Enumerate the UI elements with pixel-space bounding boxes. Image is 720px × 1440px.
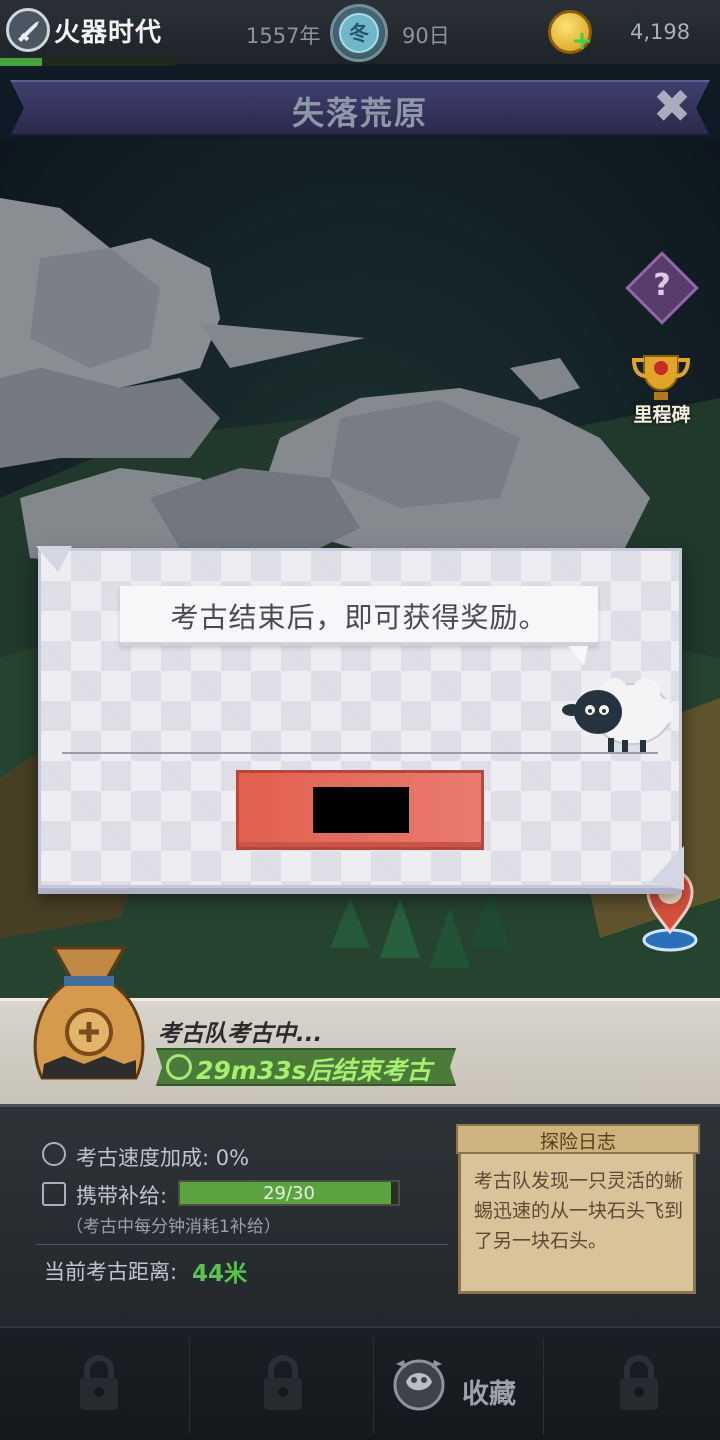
expedition-timer: 29m33s后结束考古 [196,1056,432,1085]
nav-collection[interactable] [374,1338,544,1434]
fossil-collection-icon [393,1359,445,1411]
era-progress-fill [0,58,42,66]
sheep-mascot-icon [562,678,674,752]
nav-slot-locked-1[interactable] [6,1338,190,1434]
year-text: 1557年 [246,24,321,48]
clock-icon [166,1054,192,1080]
loot-bag-icon[interactable] [24,940,154,1088]
lock-icon [620,1355,658,1410]
supply-consumption-note: （考古中每分钟消耗1补给） [66,1217,281,1237]
speed-bonus-text: 考古速度加成: 0% [76,1146,250,1170]
log-title: 探险日志 [539,1131,616,1153]
supply-label: 携带补给: [76,1184,168,1208]
add-coin-icon[interactable]: + [570,28,594,54]
close-icon[interactable]: ✖ [652,83,692,129]
question-mark-icon: ? [653,268,671,303]
nav-slot-locked-3[interactable] [546,1338,720,1434]
milestone-label[interactable]: 里程碑 [626,400,698,427]
speech-bubble-tail [568,646,588,666]
page-title: 失落荒原 [291,94,428,132]
dialog-divider [62,752,658,754]
expedition-status: 考古队考古中... [158,1021,323,1047]
lock-icon [264,1355,302,1410]
confirm-button[interactable] [236,770,484,850]
dialog-corner-fold [650,846,684,890]
trophy-icon[interactable] [632,352,690,404]
log-body: 考古队发现一只灵活的蜥蜴迅速的从一块石头飞到了另一块石头。 [474,1170,684,1252]
speed-clock-icon [42,1142,66,1166]
lock-icon [80,1355,118,1410]
dialog-message: 考古结束后，即可获得奖励。 [170,601,548,634]
season-text: 冬 [339,13,379,53]
day-text: 90日 [402,24,450,48]
redacted-button-label [313,787,409,833]
supply-progress-bar: 29/30 [178,1180,400,1206]
supply-progress-text: 29/30 [263,1183,315,1204]
era-title: 火器时代 [54,18,163,48]
nav-slot-locked-2[interactable] [190,1338,374,1434]
season-badge[interactable]: 冬 [330,4,388,62]
distance-value: 44米 [192,1261,248,1287]
era-progress-bar [0,58,175,66]
supply-cart-icon [42,1182,66,1206]
collection-label[interactable]: 收藏 [462,1372,516,1411]
dialog-corner-fold [36,546,72,572]
panel-separator [36,1244,448,1245]
distance-label: 当前考古距离: [44,1260,178,1284]
era-rifle-icon[interactable] [6,8,50,52]
coin-value: 4,198 [630,20,691,44]
